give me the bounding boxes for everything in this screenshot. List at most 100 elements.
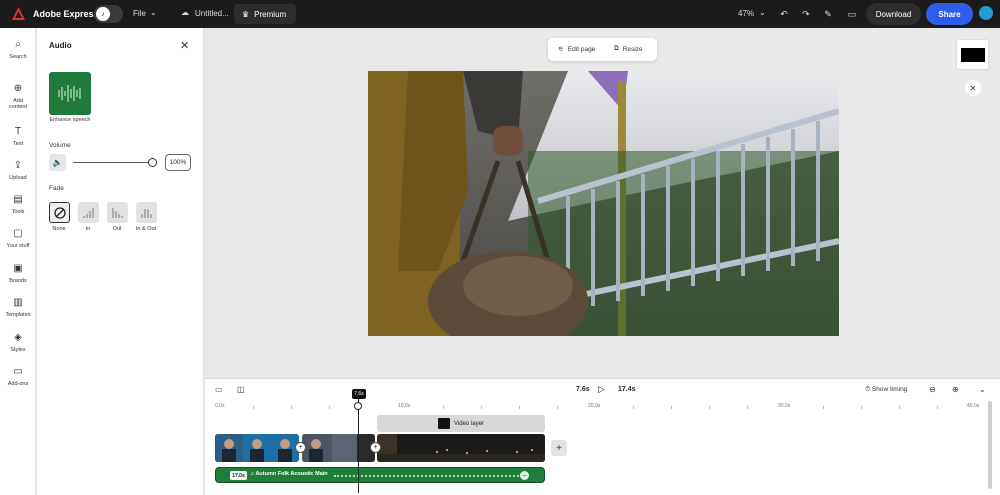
fade-in-out-icon [141, 208, 151, 218]
current-time: 7.6s [576, 386, 590, 393]
ruler-tick [709, 406, 710, 409]
rail-item-brands[interactable]: ▣ Brands [0, 263, 36, 284]
file-menu[interactable]: File [133, 9, 146, 18]
rail-item-styles[interactable]: ◈ Styles [0, 332, 36, 353]
rail-item-search[interactable]: ⌕ Search [0, 39, 36, 60]
rail-item-tools[interactable]: ▤ Tools [0, 194, 36, 215]
ruler-label: 30.0s [778, 403, 791, 409]
edit-page-button[interactable]: ⚟ Edit page [558, 45, 596, 54]
avatar[interactable] [979, 6, 993, 20]
upload-icon: ⇪ [13, 160, 23, 171]
brand-icon: ▣ [13, 263, 23, 274]
comment-icon[interactable]: ▭ [844, 6, 860, 22]
rail-item-your-stuff[interactable]: ▢ Your stuff [0, 228, 36, 249]
adobe-express-logo-icon[interactable] [12, 7, 25, 20]
ruler-tick [671, 406, 672, 409]
clip-thumbnail [302, 434, 375, 462]
zoom-chevron-icon[interactable]: ⌄ [759, 8, 766, 17]
ruler-tick [861, 406, 862, 409]
fade-option-label: Out [112, 226, 122, 232]
folder-icon: ▢ [13, 228, 23, 239]
styles-icon: ◈ [14, 332, 22, 343]
undo-icon[interactable]: ↶ [776, 6, 792, 22]
video-clip[interactable] [377, 434, 545, 462]
ruler-tick [443, 406, 444, 409]
rail-item-upload[interactable]: ⇪ Upload [0, 160, 36, 181]
download-button[interactable]: Download [866, 3, 921, 25]
rail-item-label: Styles [10, 347, 26, 353]
rail-item-add-content[interactable]: ⊕ Add content [0, 83, 36, 110]
redo-icon[interactable]: ↷ [798, 6, 814, 22]
show-timing-button[interactable]: ⏱ Show timing [865, 386, 907, 394]
zoom-level[interactable]: 47% [738, 9, 754, 18]
rail-item-label: Brands [9, 278, 27, 284]
timeline-scrollbar[interactable] [988, 401, 992, 489]
timeline: ▭ ◫ 7.6s ▷ 17.4s ⏱ Show timing ⊖ ⊕ ⌄ 0.0… [205, 378, 1000, 495]
fade-in-button[interactable] [78, 202, 99, 223]
ruler-tick [557, 406, 558, 409]
insert-transition-icon[interactable]: + [370, 442, 381, 453]
page-thumbnail[interactable] [956, 39, 989, 70]
crown-icon: ♛ [242, 9, 250, 19]
volume-slider-track[interactable] [73, 162, 149, 163]
time-ruler[interactable]: 0.0s 10.0s 20.0s 30.0s 40.0s [215, 403, 985, 413]
rail-item-text[interactable]: T Text [0, 126, 36, 147]
audio-track[interactable]: 17.0s ♫ Autumn Folk Acoustic Main – [215, 467, 545, 483]
split-icon[interactable]: ◫ [237, 385, 245, 394]
premium-label: Premium [254, 9, 287, 19]
fade-none-button[interactable] [49, 202, 70, 223]
audio-options-icon[interactable]: – [520, 471, 529, 480]
fade-in-out-button[interactable] [136, 202, 157, 223]
share-button[interactable]: Share [926, 3, 973, 25]
rail-item-add-ons[interactable]: ▭ Add-ons [0, 366, 36, 387]
app-name: Adobe Express [33, 9, 99, 19]
volume-slider-thumb[interactable] [148, 158, 157, 167]
ruler-tick [937, 406, 938, 409]
document-title[interactable]: Untitled... [195, 9, 229, 18]
ruler-label: 20.0s [588, 403, 601, 409]
zoom-in-icon[interactable]: ⊕ [952, 385, 959, 394]
collapse-chevron-icon[interactable]: ⌄ [979, 385, 986, 394]
insert-transition-icon[interactable]: + [295, 442, 306, 453]
video-layer-track[interactable]: Video layer [377, 415, 545, 432]
close-icon[interactable]: ✕ [180, 39, 189, 52]
playhead-time-badge: 7.6s [352, 389, 366, 399]
page-thumbnail-preview [961, 48, 985, 62]
rail-item-templates[interactable]: ▥ Templates [0, 297, 36, 318]
rail-item-label: Text [12, 141, 24, 147]
chevron-down-icon[interactable]: ⌄ [150, 8, 157, 17]
enhance-speech-label: Enhance speech [49, 117, 91, 123]
total-time: 17.4s [618, 386, 636, 393]
rail-item-label: Templates [5, 312, 31, 318]
audio-name-text: Autumn Folk Acoustic Main [255, 471, 328, 477]
video-frame[interactable] [368, 71, 839, 336]
add-clip-button[interactable]: + [551, 440, 567, 456]
cloud-icon: ☁ [181, 8, 189, 17]
mode-toggle[interactable]: ♪ [94, 5, 123, 23]
speaker-icon[interactable]: 🔈 [49, 154, 66, 171]
zoom-out-icon[interactable]: ⊖ [929, 385, 936, 394]
close-icon[interactable]: ✕ [965, 80, 981, 96]
video-clip[interactable] [215, 434, 299, 462]
magic-icon[interactable]: ✎ [820, 6, 836, 22]
captions-icon[interactable]: ▭ [215, 385, 223, 394]
timer-icon: ⏱ [865, 386, 871, 393]
video-layer-label: Video layer [454, 420, 484, 427]
edit-page-label: Edit page [567, 45, 596, 53]
playhead-handle[interactable] [354, 402, 362, 410]
resize-icon: ⧉ [614, 45, 619, 52]
fade-in-icon [83, 207, 93, 218]
show-timing-label: Show timing [871, 386, 908, 393]
volume-value-field[interactable]: 100% [165, 154, 191, 171]
ruler-tick [329, 406, 330, 409]
panel-title: Audio [49, 41, 72, 50]
enhance-speech-button[interactable] [49, 72, 91, 115]
text-icon: T [14, 126, 22, 137]
templates-icon: ▥ [13, 297, 23, 308]
video-frame-image [368, 71, 839, 336]
play-icon[interactable]: ▷ [598, 384, 605, 395]
video-clip[interactable] [302, 434, 375, 462]
premium-button[interactable]: ♛ Premium [234, 4, 297, 24]
fade-out-button[interactable] [107, 202, 128, 223]
resize-button[interactable]: ⧉ Resize [614, 45, 643, 53]
